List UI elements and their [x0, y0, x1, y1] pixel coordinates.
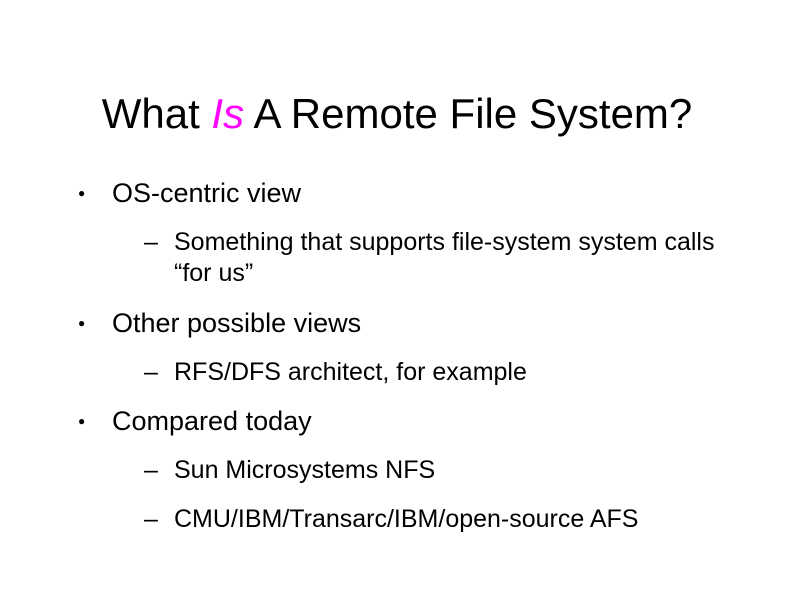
subbullet-item: RFS/DFS architect, for example	[150, 357, 734, 388]
title-emphasis: Is	[211, 90, 244, 137]
bullet-text: OS-centric view	[112, 178, 301, 208]
bullet-item: Other possible views	[88, 308, 734, 339]
bullet-text: Other possible views	[112, 308, 361, 338]
bullet-text: Compared today	[112, 406, 312, 436]
title-text-2: A Remote File System?	[244, 90, 692, 137]
subbullet-text: Sun Microsystems NFS	[174, 456, 435, 484]
subbullet-text: RFS/DFS architect, for example	[174, 358, 527, 386]
subbullet-item: Sun Microsystems NFS	[150, 455, 734, 486]
title-text-1: What	[102, 90, 212, 137]
subbullet-text: Something that supports file-system syst…	[174, 228, 714, 287]
subbullet-item: Something that supports file-system syst…	[150, 227, 734, 290]
bullet-item: OS-centric view	[88, 178, 734, 209]
slide: What Is A Remote File System? OS-centric…	[0, 0, 794, 595]
slide-title: What Is A Remote File System?	[60, 90, 734, 138]
bullet-item: Compared today	[88, 406, 734, 437]
subbullet-item: CMU/IBM/Transarc/IBM/open-source AFS	[150, 504, 734, 535]
subbullet-text: CMU/IBM/Transarc/IBM/open-source AFS	[174, 505, 638, 533]
